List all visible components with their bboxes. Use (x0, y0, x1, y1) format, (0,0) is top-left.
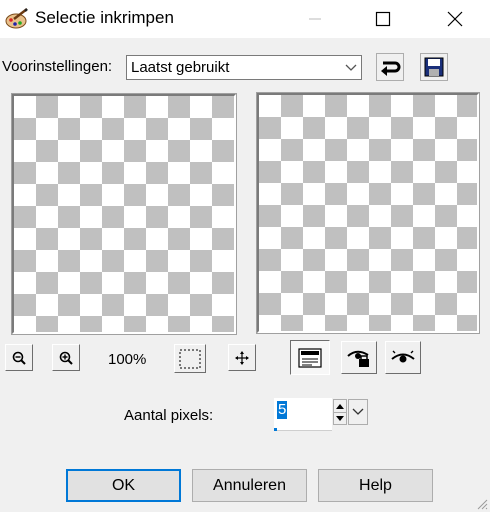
original-preview[interactable] (11, 93, 237, 335)
show-button[interactable] (385, 341, 421, 374)
reset-presets-button[interactable] (376, 53, 404, 81)
chevron-down-icon[interactable] (341, 57, 360, 78)
zoom-level: 100% (108, 351, 147, 368)
pan-button[interactable] (228, 344, 256, 371)
zoom-fit-button[interactable] (174, 344, 206, 373)
presets-dropdown[interactable]: Laatst gebruikt (126, 55, 362, 80)
pixels-input[interactable]: 5 (274, 398, 332, 431)
window-title: Selectie inkrimpen (35, 8, 174, 27)
minimize-button[interactable] (292, 0, 338, 38)
maximize-button[interactable] (360, 0, 406, 38)
close-button[interactable] (432, 0, 478, 38)
pixels-value: 5 (277, 401, 288, 419)
zoom-fit-icon (179, 349, 201, 368)
spin-down-icon (336, 415, 344, 421)
maximize-icon (375, 11, 391, 27)
zoom-out-icon (12, 351, 26, 365)
help-button[interactable]: Help (318, 469, 433, 502)
title-bar: Selectie inkrimpen (0, 0, 490, 38)
presets-selected-value: Laatst gebruikt (131, 59, 230, 76)
palette-brush-icon (5, 8, 28, 29)
auto-proof-icon (347, 350, 369, 367)
resize-grip-icon[interactable] (476, 498, 488, 510)
zoom-in-button[interactable] (52, 344, 80, 371)
result-preview[interactable] (256, 92, 480, 334)
pan-move-icon (235, 350, 249, 365)
reset-arrow-icon (381, 61, 401, 76)
minimize-icon (309, 18, 321, 20)
show-eye-icon (391, 350, 415, 362)
cancel-button[interactable]: Annuleren (192, 469, 307, 502)
save-disk-icon (424, 57, 444, 77)
close-icon (447, 11, 463, 27)
proof-icon (298, 347, 322, 368)
input-focus-marker (274, 428, 277, 431)
pixels-label: Aantal pixels: (124, 407, 214, 424)
pixels-spinner[interactable] (333, 399, 347, 425)
spin-up-icon (336, 403, 344, 409)
auto-proof-button[interactable] (341, 341, 377, 374)
presets-label: Voorinstellingen: (2, 58, 113, 75)
chevron-down-icon (352, 408, 364, 415)
proof-button[interactable] (290, 340, 330, 375)
spin-down-button[interactable] (334, 412, 346, 424)
pixels-dropdown-button[interactable] (348, 399, 368, 425)
zoom-in-icon (59, 351, 73, 365)
zoom-out-button[interactable] (5, 344, 33, 371)
ok-button[interactable]: OK (66, 469, 181, 502)
save-preset-button[interactable] (420, 53, 448, 81)
